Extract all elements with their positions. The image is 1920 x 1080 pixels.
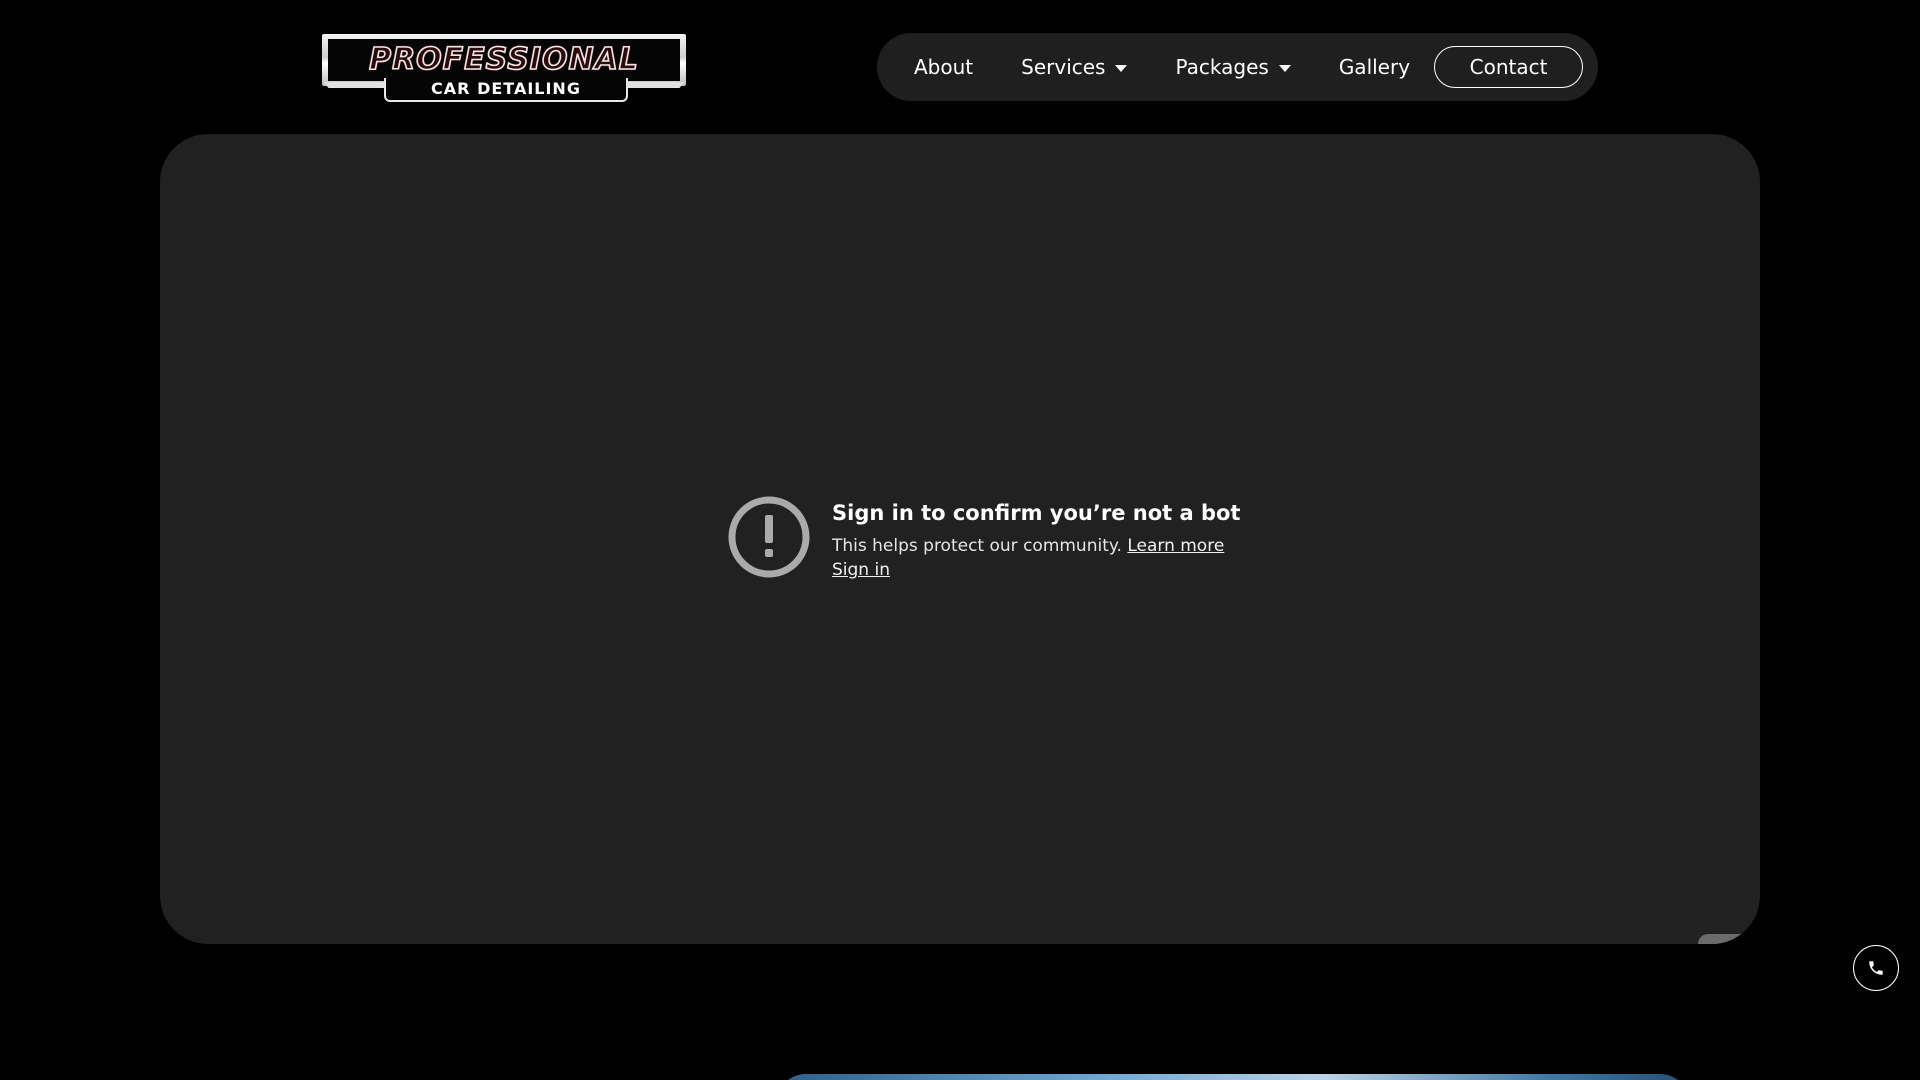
nav-item-label: Services bbox=[1021, 55, 1106, 79]
logo-main-text: PROFESSIONAL bbox=[368, 42, 639, 77]
nav-item-label: Packages bbox=[1175, 55, 1269, 79]
embed-corner-tab bbox=[1698, 934, 1760, 944]
learn-more-link[interactable]: Learn more bbox=[1127, 536, 1224, 556]
contact-button[interactable]: Contact bbox=[1434, 46, 1584, 88]
nav-item-packages[interactable]: Packages bbox=[1175, 55, 1291, 79]
phone-call-button[interactable] bbox=[1853, 945, 1899, 991]
caret-down-icon bbox=[1115, 64, 1128, 72]
logo-wing-right bbox=[619, 82, 685, 88]
bot-check-message: Sign in to confirm you’re not a bot This… bbox=[728, 496, 1240, 582]
bot-check-body-line: This helps protect our community. Learn … bbox=[832, 534, 1240, 558]
sign-in-link[interactable]: Sign in bbox=[832, 560, 890, 580]
logo-sub-plate: CAR DETAILING bbox=[384, 78, 628, 102]
bot-check-title: Sign in to confirm you’re not a bot bbox=[832, 501, 1241, 525]
video-embed[interactable]: Sign in to confirm you’re not a bot This… bbox=[160, 134, 1760, 944]
alert-circle-icon bbox=[728, 496, 810, 578]
caret-down-icon bbox=[1278, 64, 1291, 72]
logo-sub-text: CAR DETAILING bbox=[431, 79, 581, 98]
logo-wing-left bbox=[323, 82, 389, 88]
hero-image-peek bbox=[776, 1074, 1690, 1080]
phone-icon bbox=[1869, 961, 1883, 975]
site-logo[interactable]: PROFESSIONAL CAR DETAILING bbox=[322, 34, 686, 102]
bot-check-body: This helps protect our community. bbox=[832, 536, 1122, 556]
nav-item-gallery[interactable]: Gallery bbox=[1339, 55, 1410, 79]
nav-item-services[interactable]: Services bbox=[1021, 55, 1128, 79]
nav-item-label: Gallery bbox=[1338, 55, 1411, 79]
nav-item-label: About bbox=[914, 55, 974, 79]
page: PROFESSIONAL CAR DETAILING About Service… bbox=[0, 0, 1920, 1080]
main-nav: About Services Packages Gallery Contact bbox=[877, 33, 1598, 101]
nav-item-about[interactable]: About bbox=[914, 55, 973, 79]
